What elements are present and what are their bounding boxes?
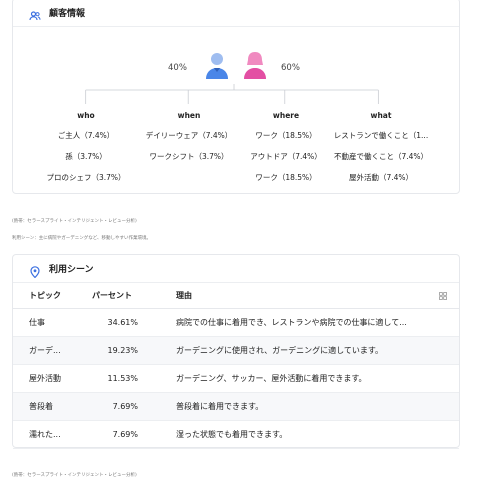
table-header: トピック パーセント 理由 bbox=[13, 283, 459, 309]
cell-reason: 湿った状態でも着用できます。 bbox=[176, 430, 288, 439]
grid-settings-icon[interactable] bbox=[439, 292, 447, 300]
header-percent[interactable]: パーセント bbox=[78, 290, 148, 301]
column-who: who ご主人（7.4%） 孫（3.7%） プロのシェフ（3.7%） bbox=[31, 111, 141, 193]
customer-info-title: 顧客情報 bbox=[49, 9, 86, 19]
users-icon bbox=[29, 7, 41, 20]
cell-percent: 11.53% bbox=[107, 374, 138, 383]
customer-info-card: 顧客情報 40% 60% who ご主人（7.4%） 孫（3.7%） プロのシェ… bbox=[12, 0, 460, 194]
usage-table: トピック パーセント 理由 仕事 34.61% 病院での仕事に着用でき、レストラ… bbox=[13, 283, 459, 449]
male-avatar-icon bbox=[205, 51, 229, 83]
cell-topic: 仕事 bbox=[29, 318, 45, 327]
cell-percent: 34.61% bbox=[107, 318, 138, 327]
female-avatar-icon bbox=[243, 51, 267, 83]
column-item: プロのシェフ（3.7%） bbox=[46, 173, 126, 182]
cell-topic: 濡れた... bbox=[29, 430, 61, 439]
location-pin-icon bbox=[29, 263, 41, 278]
gender-split: 40% 60% bbox=[13, 49, 459, 83]
usage-scenes-title: 利用シーン bbox=[49, 265, 94, 275]
column-item: 不動産で働くこと（7.4%） bbox=[333, 152, 429, 161]
column-heading: who bbox=[77, 111, 95, 120]
cell-reason: 普段着に着用できます。 bbox=[176, 402, 264, 411]
female-percent: 60% bbox=[281, 63, 300, 73]
column-item: レストランで働くこと（1... bbox=[333, 131, 429, 140]
column-what: what レストランで働くこと（1... 不動産で働くこと（7.4%） 屋外活動… bbox=[325, 111, 437, 193]
table-row: 屋外活動 11.53% ガーデニング、サッカー、屋外活動に着用できます。 bbox=[13, 365, 459, 393]
male-percent: 40% bbox=[168, 63, 187, 73]
column-heading: when bbox=[177, 111, 201, 120]
column-item: ワークシフト（3.7%） bbox=[149, 152, 229, 161]
source-note-bottom: (熱帯：セラースプライト・インテリジェント・レビュー分析) bbox=[12, 473, 137, 478]
column-item: デイリーウェア（7.4%） bbox=[145, 131, 233, 140]
customer-info-header: 顧客情報 bbox=[13, 0, 459, 27]
cell-reason: ガーデニング、サッカー、屋外活動に着用できます。 bbox=[176, 374, 367, 383]
cell-topic: ガーデ... bbox=[29, 346, 61, 355]
header-topic[interactable]: トピック bbox=[13, 290, 78, 301]
table-row: ガーデ... 19.23% ガーデニングに使用され、ガーデニングに適しています。 bbox=[13, 337, 459, 365]
cell-topic: 屋外活動 bbox=[29, 374, 61, 383]
usage-scenes-header: 利用シーン bbox=[13, 255, 459, 283]
cell-percent: 19.23% bbox=[107, 346, 138, 355]
column-item: ご主人（7.4%） bbox=[57, 131, 115, 140]
column-when: when デイリーウェア（7.4%） ワークシフト（3.7%） bbox=[134, 111, 244, 172]
source-note: (熱帯：セラースプライト・インテリジェント・レビュー分析) bbox=[12, 219, 137, 224]
table-row: 仕事 34.61% 病院での仕事に着用でき、レストランや病院での仕事に適して..… bbox=[13, 309, 459, 337]
usage-description: 利用シーン：主に病院やガーデニングなど、移動しやすい作業環境。 bbox=[12, 236, 152, 241]
column-item: 孫（3.7%） bbox=[65, 152, 107, 161]
table-row: 濡れた... 7.69% 湿った状態でも着用できます。 bbox=[13, 421, 459, 449]
header-reason[interactable]: 理由 bbox=[148, 290, 459, 301]
cell-reason: ガーデニングに使用され、ガーデニングに適しています。 bbox=[176, 346, 384, 355]
cell-percent: 7.69% bbox=[112, 402, 138, 411]
table-row: 普段着 7.69% 普段着に着用できます。 bbox=[13, 393, 459, 421]
column-item: 屋外活動（7.4%） bbox=[348, 173, 414, 182]
tree-connector bbox=[85, 84, 379, 104]
column-heading: what bbox=[370, 111, 392, 120]
cell-topic: 普段着 bbox=[29, 402, 53, 411]
usage-scenes-card: 利用シーン トピック パーセント 理由 仕事 34.61% 病院での仕事に着用で… bbox=[12, 254, 460, 449]
cell-reason: 病院での仕事に着用でき、レストランや病院での仕事に適して... bbox=[176, 318, 407, 327]
cell-percent: 7.69% bbox=[112, 430, 138, 439]
